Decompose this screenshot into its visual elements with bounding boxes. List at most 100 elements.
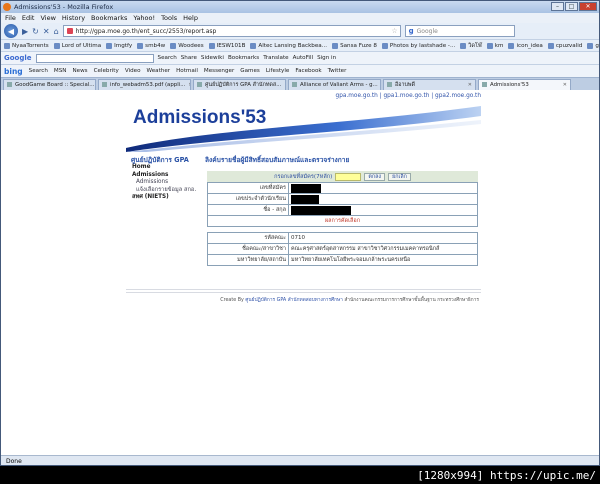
bookmark-item[interactable]: smb4w	[137, 42, 165, 49]
tab-label: Admissions'53	[490, 81, 529, 88]
faculty-code-value: 0710	[288, 232, 478, 244]
tab-close-icon[interactable]: ✕	[563, 82, 567, 88]
tab-close-icon[interactable]: ✕	[284, 82, 285, 88]
search-placeholder[interactable]: Google	[417, 28, 438, 35]
google-translate-button[interactable]: Translate	[263, 55, 288, 61]
google-search-button[interactable]: Search	[158, 55, 177, 61]
cancel-button[interactable]: ยกเลิก	[388, 172, 411, 181]
tab-label: info_webadm53.pdf (appli...	[110, 81, 186, 88]
title-bar: Admissions'53 - Mozilla Firefox – □ ✕	[1, 1, 599, 13]
nav-admissions-sub[interactable]: Admissions	[132, 179, 204, 187]
tab-close-icon[interactable]: ✕	[468, 82, 472, 88]
bookmark-label: cpuzvalid	[555, 42, 583, 49]
menu-help[interactable]: Help	[183, 14, 198, 22]
google-search-input[interactable]	[35, 53, 154, 63]
google-signin-button[interactable]: Sign in	[317, 55, 336, 61]
bookmark-item[interactable]: Woodees	[170, 42, 204, 49]
menu-yahoo[interactable]: Yahoo!	[133, 14, 155, 22]
bookmark-label: icon_idea	[516, 42, 543, 49]
nav-admissions[interactable]: Admissions	[132, 172, 204, 180]
bookmark-item[interactable]: Imgtfy	[106, 42, 132, 49]
bookmark-item[interactable]: km	[486, 42, 504, 49]
bookmark-label: km	[494, 42, 504, 49]
menu-view[interactable]: View	[40, 14, 55, 22]
bookmark-label: IESW101B	[216, 42, 246, 49]
browser-tab[interactable]: Alliance of Valiant Arms - g...✕	[288, 78, 381, 90]
browser-tab[interactable]: GoodGame Board :: Special...✕	[3, 78, 96, 90]
applicant-number-input[interactable]	[335, 172, 362, 181]
student-id-value	[288, 193, 478, 205]
bookmark-favicon-icon	[250, 42, 257, 49]
nav-home[interactable]: Home	[132, 164, 204, 172]
bookmark-item[interactable]: Photos by lastshade -...	[381, 42, 455, 49]
reload-icon[interactable]: ↻	[32, 27, 39, 36]
bookmark-favicon-icon	[332, 42, 339, 49]
bing-toolbar-item[interactable]: Facebook	[295, 68, 321, 74]
bing-toolbar-item[interactable]: Twitter	[328, 68, 347, 74]
menu-edit[interactable]: Edit	[22, 14, 35, 22]
bookmark-item[interactable]: Altec Lansing Backbea...	[250, 42, 328, 49]
browser-tab[interactable]: อีอาบพดี ✕	[383, 78, 476, 90]
back-arrow-icon[interactable]: ◀	[4, 24, 18, 38]
name-label: ชื่อ - สกุล	[207, 204, 289, 216]
close-button[interactable]: ✕	[579, 2, 597, 11]
google-share-button[interactable]: Share	[181, 55, 197, 61]
bookmark-item[interactable]: IESW101B	[208, 42, 246, 49]
banner-title: Admissions'53	[133, 107, 267, 128]
address-bar[interactable]: http://gpa.moe.go.th/ent_succ/2553/repor…	[62, 25, 401, 37]
bing-toolbar-item[interactable]: Messenger	[204, 68, 234, 74]
bing-toolbar-item[interactable]: News	[72, 68, 87, 74]
tab-label: GoodGame Board :: Special...	[15, 81, 95, 88]
bookmark-label: Altec Lansing Backbea...	[258, 42, 328, 49]
tab-close-icon[interactable]: ✕	[188, 82, 190, 88]
search-box[interactable]: g Google	[404, 25, 515, 37]
footer-link[interactable]: ศูนย์ปฏิบัติการ GPA สำนักทดสอบทางการศึกษ…	[245, 298, 342, 303]
stop-icon[interactable]: ✕	[43, 27, 50, 36]
bookmark-item[interactable]: cpuzvalid	[547, 42, 583, 49]
status-bar: Done	[1, 455, 599, 465]
bookmark-item[interactable]: gpuzvalid	[587, 42, 599, 49]
submit-button[interactable]: ตกลง	[364, 172, 386, 181]
google-bookmarks-button[interactable]: Bookmarks	[228, 55, 259, 61]
google-sidewiki-button[interactable]: Sidewiki	[201, 55, 224, 61]
footer-text: สำนักงานคณะกรรมการการศึกษาขั้นพื้นฐาน กร…	[344, 298, 479, 303]
home-icon[interactable]: ⌂	[54, 27, 59, 36]
bookmark-item[interactable]: Lord of Ultima	[53, 42, 101, 49]
bing-toolbar-item[interactable]: Games	[240, 68, 260, 74]
bing-toolbar-item[interactable]: MSN	[54, 68, 67, 74]
menu-history[interactable]: History	[62, 14, 85, 22]
menu-bookmarks[interactable]: Bookmarks	[91, 14, 127, 22]
browser-tab[interactable]: ศูนย์ปฏิบัติการ GPA สำนักทดส...✕	[193, 78, 286, 90]
nav-niets[interactable]: สทศ (NIETS)	[132, 194, 204, 202]
bing-toolbar-item[interactable]: Lifestyle	[266, 68, 290, 74]
browser-tab[interactable]: info_webadm53.pdf (appli...✕	[98, 78, 191, 90]
table-row: มหาวิทยาลัย/สถาบัน มหาวิทยาลัยเทคโนโลยีพ…	[207, 254, 478, 266]
tab-favicon-icon	[292, 82, 297, 87]
bing-toolbar-item[interactable]: Weather	[147, 68, 171, 74]
university-value: มหาวิทยาลัยเทคโนโลยีพระจอมเกล้าพระนครเหน…	[288, 254, 478, 266]
page-title: ลิงค์บรายชื่อผู้มีสิทธิ์สอบสัมภาษณ์และตร…	[205, 156, 350, 164]
menu-file[interactable]: File	[5, 14, 16, 22]
bing-toolbar-item[interactable]: Video	[125, 68, 141, 74]
navigation-toolbar: ◀ ▶ ↻ ✕ ⌂ http://gpa.moe.go.th/ent_succ/…	[1, 23, 599, 39]
bookmark-item[interactable]: NyaaTorrents	[4, 42, 49, 49]
browser-tab[interactable]: Admissions'53 ✕	[478, 78, 571, 90]
minimize-button[interactable]: –	[551, 2, 564, 11]
bookmark-favicon-icon	[4, 42, 10, 49]
browser-window: Admissions'53 - Mozilla Firefox – □ ✕ Fi…	[0, 0, 600, 466]
bookmark-item[interactable]: วิดโพ๊	[460, 42, 482, 50]
url-text[interactable]: http://gpa.moe.go.th/ent_succ/2553/repor…	[76, 28, 389, 35]
bing-toolbar-item[interactable]: Hotmail	[176, 68, 198, 74]
maximize-button[interactable]: □	[565, 2, 578, 11]
menu-tools[interactable]: Tools	[161, 14, 177, 22]
tab-favicon-icon	[387, 82, 392, 87]
bookmark-item[interactable]: Sansa Fuze 8	[332, 42, 377, 49]
forward-arrow-icon[interactable]: ▶	[22, 27, 28, 36]
server-links[interactable]: gpa.moe.go.th | gpa1.moe.go.th | gpa2.mo…	[336, 93, 481, 99]
bookmark-item[interactable]: icon_idea	[508, 42, 543, 49]
bookmark-star-icon[interactable]: ☆	[391, 27, 399, 35]
google-autofill-button[interactable]: AutoFill	[293, 55, 313, 61]
applicant-number-label: กรอกเลขที่สมัคร(7หลัก)	[274, 173, 333, 180]
bing-toolbar-item[interactable]: Search	[29, 68, 48, 74]
bing-toolbar-item[interactable]: Celebrity	[94, 68, 119, 74]
